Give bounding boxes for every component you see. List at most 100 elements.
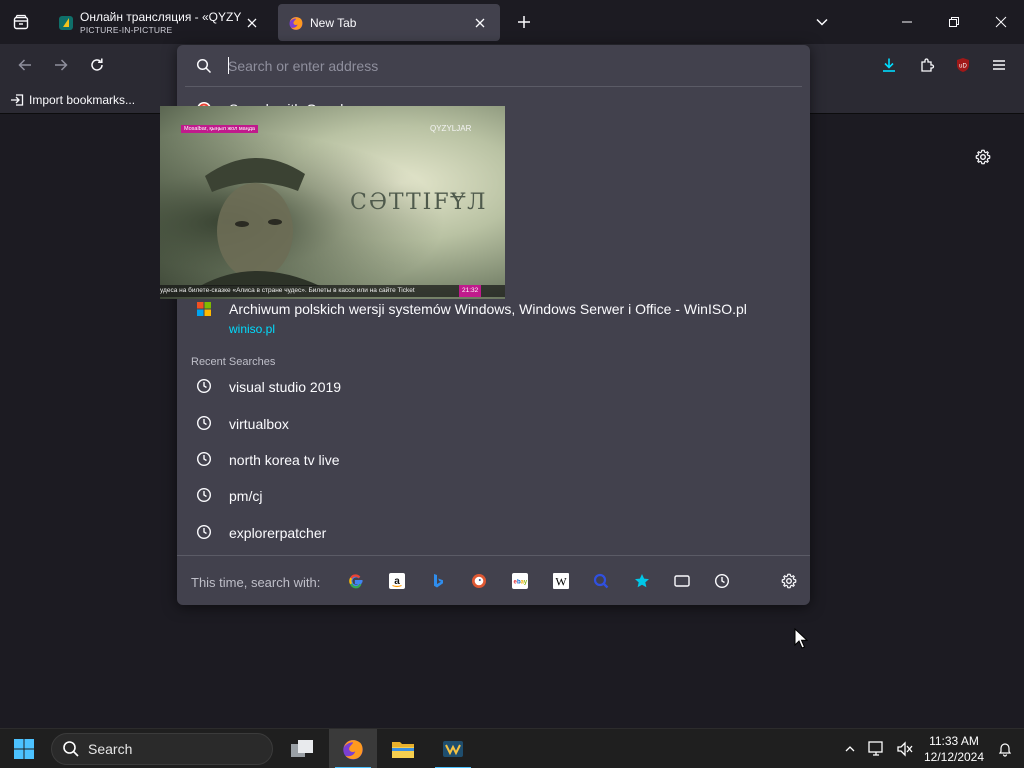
search-engine-bar: This time, search with: a e b a y W [177,555,810,605]
qyzyljar-favicon [59,15,73,30]
video-title-overlay: CƏTTIFɎЛ [350,190,488,215]
video-news-ticker: удеса на билете-сказке «Алиса в стране ч… [160,285,505,297]
recent-searches-heading: Recent Searches [191,356,276,368]
app-window-icon [443,741,463,757]
recent-search-item[interactable]: north korea tv live [185,445,802,475]
download-icon [883,58,895,72]
new-tab-settings-button[interactable] [971,145,995,169]
engine-ebay-button[interactable]: e b a y [508,569,532,593]
chevron-down-icon [816,18,828,26]
list-all-tabs-button[interactable] [808,8,836,36]
tab-strip: Онлайн трансляция - «QYZYLJ PICTURE-IN-P… [0,0,1024,44]
result-url: winiso.pl [229,322,276,336]
search-settings-button[interactable] [777,569,801,593]
svg-text:uD: uD [959,64,967,70]
search-bookmarks-button[interactable] [630,569,654,593]
engine-google-button[interactable] [344,569,368,593]
firefox-favicon [289,16,303,30]
engine-bing-button[interactable] [426,569,450,593]
start-button[interactable] [0,729,48,768]
network-status-button[interactable] [864,729,890,768]
tab-qyzyljar-stream[interactable]: Онлайн трансляция - «QYZYLJ PICTURE-IN-P… [48,4,272,41]
firefox-icon [343,740,363,760]
tab-title: Онлайн трансляция - «QYZYLJ [80,10,242,24]
search-tabs-button[interactable] [670,569,694,593]
forward-arrow-icon [55,59,68,71]
tab-close-button[interactable] [242,13,262,33]
taskbar-file-explorer[interactable] [379,729,427,768]
history-clock-icon [196,378,212,394]
engine-duckduckgo-button[interactable] [467,569,491,593]
tabs-icon [674,575,690,587]
chevron-up-icon [845,746,855,752]
firefox-view-icon [13,14,29,30]
back-button[interactable] [10,50,40,80]
engine-wikipedia-button[interactable]: W [549,569,573,593]
video-person-figure [200,157,320,286]
import-bookmarks-button[interactable]: Import bookmarks... [10,91,135,109]
minimize-button[interactable] [884,0,930,44]
taskbar-firefox[interactable] [329,729,377,768]
history-clock-icon [714,573,730,589]
close-window-button[interactable] [978,0,1024,44]
recent-search-item[interactable]: virtualbox [185,409,802,439]
bookmarks-star-icon [635,574,649,588]
volume-muted-icon [897,741,913,757]
minimize-icon [902,21,912,23]
new-tab-button[interactable] [510,8,538,36]
recent-search-item[interactable]: explorerpatcher [185,518,802,548]
clock-date: 12/12/2024 [923,750,985,764]
tab-title: New Tab [310,15,357,30]
history-clock-icon [196,524,212,540]
taskbar-visual-studio-code-app[interactable] [429,729,477,768]
address-bar-input[interactable] [228,55,788,77]
forward-button[interactable] [46,50,76,80]
svg-text:a: a [394,576,400,587]
history-clock-icon [196,487,212,503]
firefox-view-button[interactable] [0,0,42,44]
recent-search-text: pm/cj [229,488,263,504]
downloads-button[interactable] [874,50,904,80]
clock-time: 11:33 AM [929,734,979,748]
recent-search-item[interactable]: visual studio 2019 [185,372,802,402]
taskbar-search-label: Search [88,741,133,757]
bell-icon [998,743,1012,757]
gear-icon [975,149,991,165]
app-menu-button[interactable] [984,50,1014,80]
taskbar-search-box[interactable]: Search [51,733,273,765]
taskbar-clock[interactable]: 11:33 AM 12/12/2024 [916,733,992,765]
windows-logo-icon [197,302,211,316]
engine-qwant-button[interactable] [589,569,613,593]
windows-start-icon [14,739,34,759]
picture-in-picture-window[interactable]: Mosalbar, қыңыл жол маңда QYZYLJAR CƏTTI… [160,106,505,299]
notifications-button[interactable] [992,729,1018,768]
search-icon [196,58,212,73]
wikipedia-icon: W [553,573,569,589]
video-channel-logo: QYZYLJAR [430,124,472,133]
network-icon [868,741,883,756]
ublock-origin-button[interactable]: uD [948,50,978,80]
show-hidden-icons-button[interactable] [840,729,860,768]
urlbar-divider [185,86,802,87]
recent-search-item[interactable]: pm/cj [185,481,802,511]
extensions-button[interactable] [912,50,942,80]
google-icon [349,574,363,589]
history-clock-icon [196,415,212,431]
tab-close-button[interactable] [470,13,490,33]
history-clock-icon [196,451,212,467]
search-history-button[interactable] [710,569,734,593]
volume-button[interactable] [892,729,918,768]
close-icon [247,18,257,27]
qwant-icon [593,573,609,589]
engine-amazon-button[interactable]: a [385,569,409,593]
result-winiso[interactable]: Archiwum polskich wersji systemów Window… [185,295,802,337]
search-icon [63,741,79,757]
task-view-icon [291,740,313,757]
tab-new-tab[interactable]: New Tab [278,4,500,41]
restore-icon [949,17,959,27]
video-channel-badge: Mosalbar, қыңыл жол маңда [181,125,258,133]
recent-search-text: visual studio 2019 [229,379,342,395]
restore-button[interactable] [931,0,977,44]
reload-button[interactable] [82,50,112,80]
task-view-button[interactable] [278,729,326,768]
